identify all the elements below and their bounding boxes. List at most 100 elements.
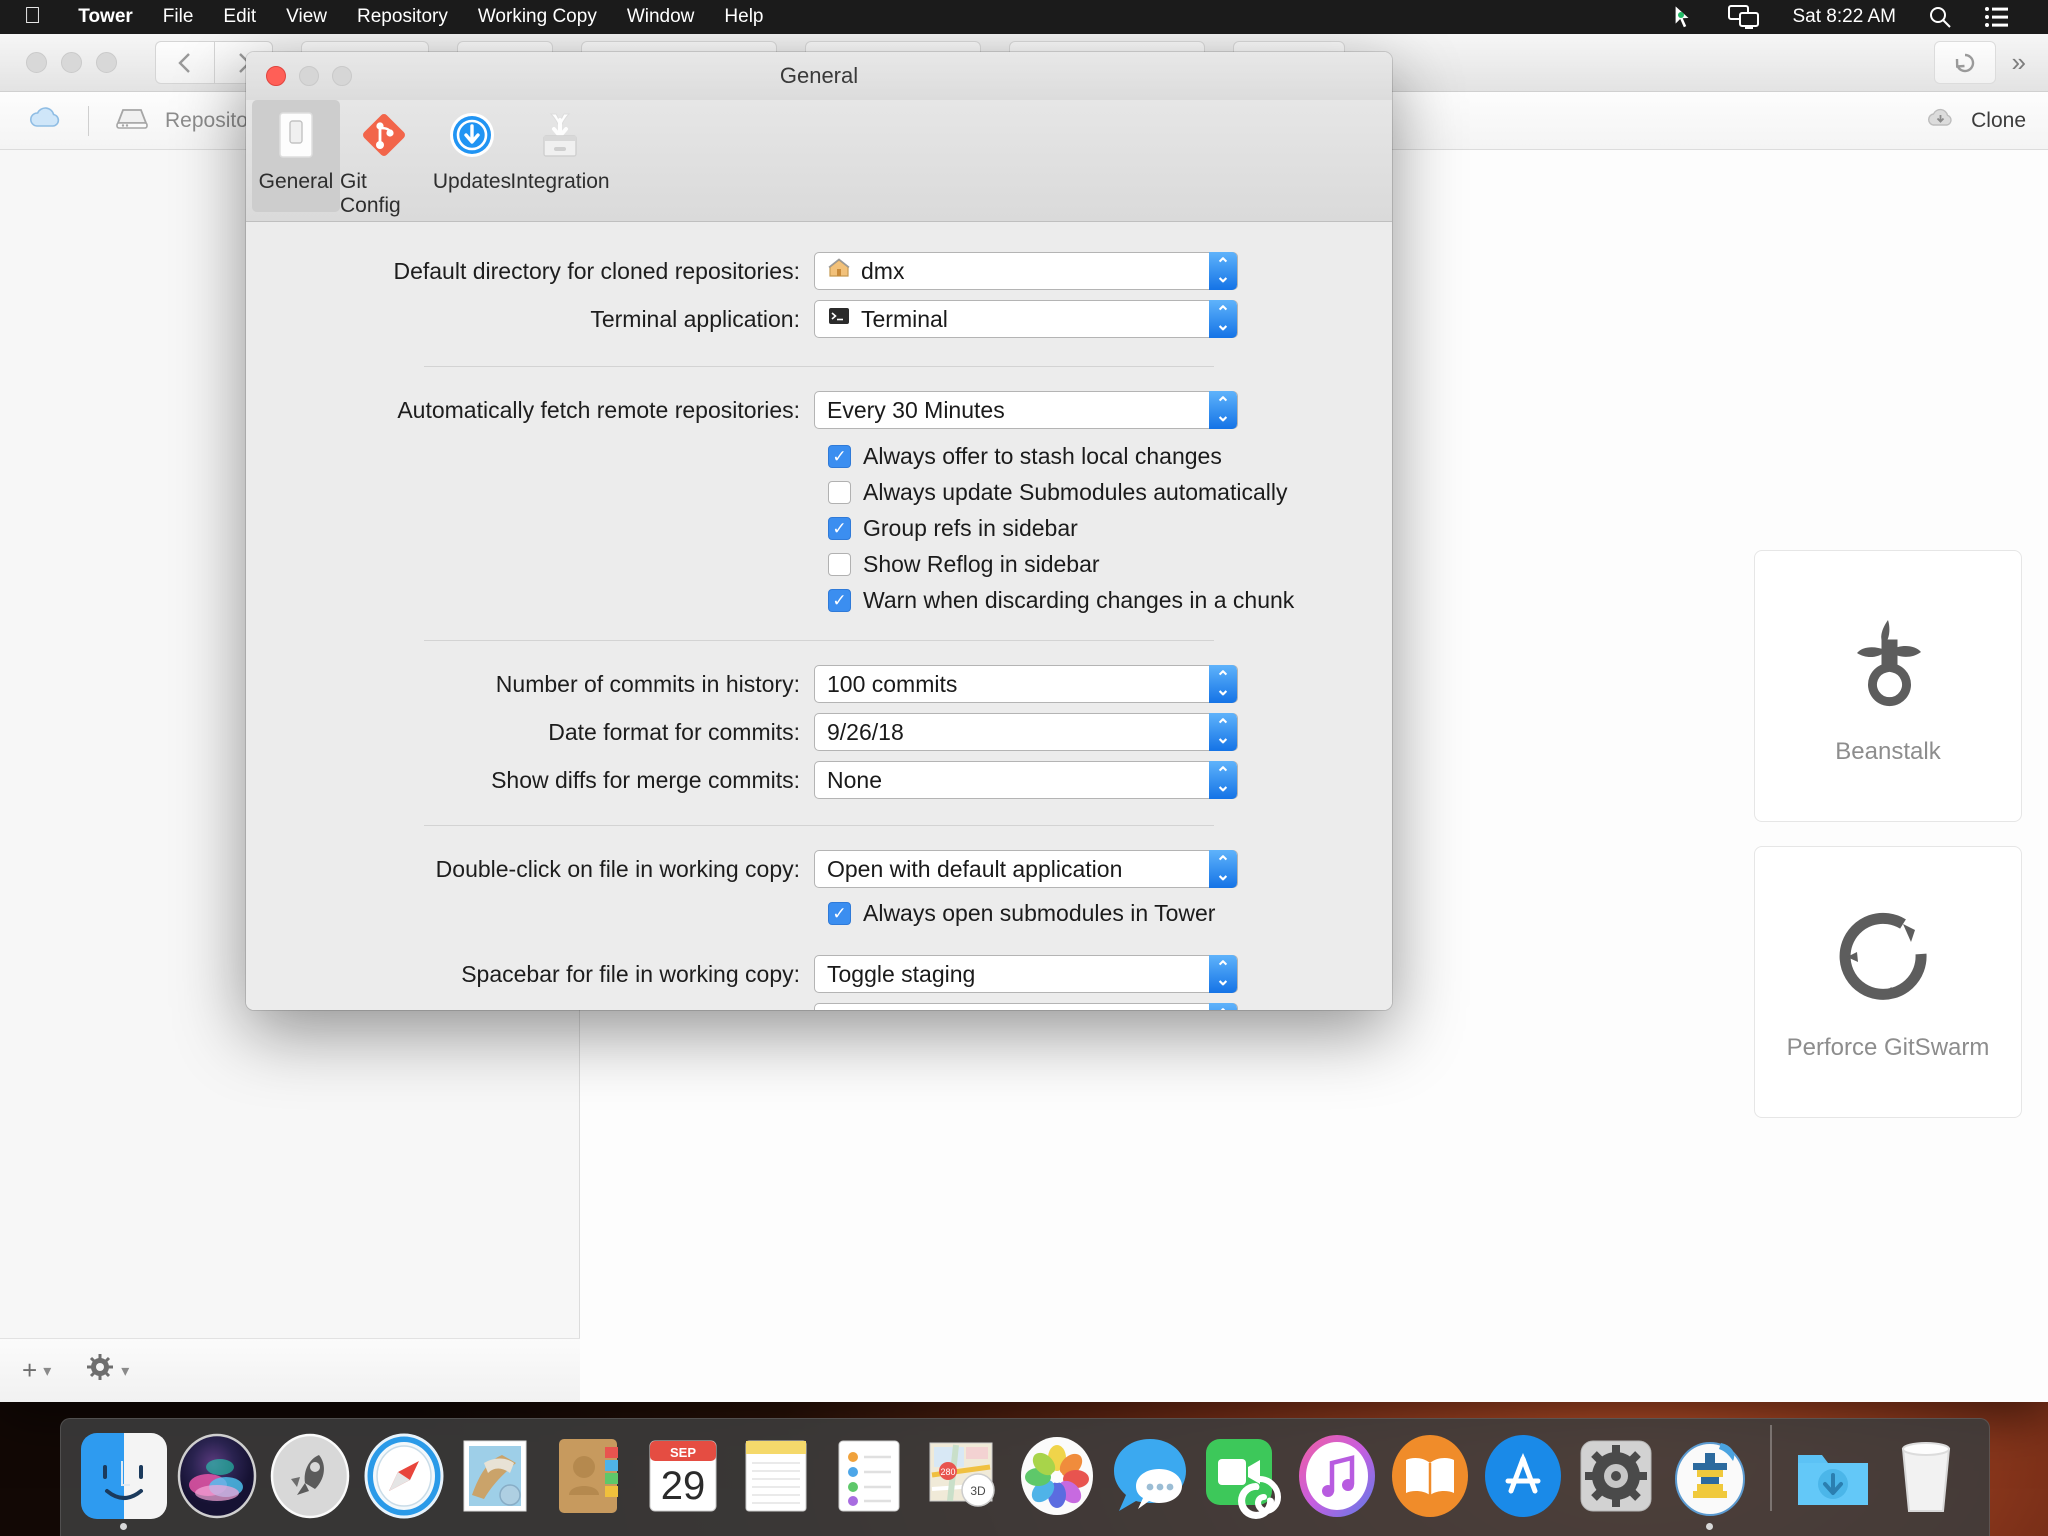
tab-git-config[interactable]: Git Config	[340, 100, 428, 218]
dock-item-launchpad[interactable]	[264, 1426, 357, 1530]
checkbox-warn-discard-chunk[interactable]: ✓ Warn when discarding changes in a chun…	[828, 587, 1392, 614]
prefs-minimize-button[interactable]	[299, 66, 319, 86]
double-chevron-icon[interactable]: »	[2012, 47, 2026, 78]
popup-stepper[interactable]: ⌃ ⌄	[1209, 391, 1237, 429]
service-card-gitswarm[interactable]: Perforce GitSwarm	[1754, 846, 2022, 1118]
zoom-button[interactable]	[96, 52, 117, 73]
cloud-download-icon[interactable]	[1923, 105, 1959, 137]
service-card-grid: Beanstalk Perforce GitSwarm	[1754, 550, 2022, 1118]
dock-item-reminders[interactable]	[823, 1426, 916, 1530]
tab-updates[interactable]: Updates	[428, 100, 516, 194]
preferences-window: General General Git Config Updates Integ…	[246, 52, 1392, 1010]
menu-window[interactable]: Window	[612, 6, 710, 28]
cloud-icon[interactable]	[26, 104, 66, 138]
number-of-commits-popup[interactable]: 100 commits ⌃ ⌄	[814, 665, 1238, 703]
row-double-click: Double-click on file in working copy: Op…	[246, 850, 1392, 888]
dock-item-app-store[interactable]	[1476, 1426, 1569, 1530]
dock-item-contacts[interactable]	[543, 1426, 636, 1530]
popup-stepper[interactable]: ⌃ ⌄	[1209, 300, 1237, 338]
checkbox-open-submodules-in-tower[interactable]: ✓ Always open submodules in Tower	[828, 900, 1392, 927]
row-show-diffs-merge: Show diffs for merge commits: None ⌃ ⌄	[246, 761, 1392, 799]
screen-mirroring-icon[interactable]	[1712, 4, 1776, 30]
popup-stepper[interactable]: ⌃ ⌄	[1209, 1003, 1237, 1010]
row-auto-fetch: Automatically fetch remote repositories:…	[246, 391, 1392, 429]
dock-item-ibooks[interactable]	[1383, 1426, 1476, 1530]
dock-item-itunes[interactable]	[1290, 1426, 1383, 1530]
row-date-format: Date format for commits: 9/26/18 ⌃ ⌄	[246, 713, 1392, 751]
row-label: Show diffs for merge commits:	[246, 767, 814, 794]
double-click-popup[interactable]: Open with default application ⌃ ⌄	[814, 850, 1238, 888]
dock-item-siri[interactable]	[170, 1426, 263, 1530]
menu-help[interactable]: Help	[709, 6, 778, 28]
service-card-beanstalk[interactable]: Beanstalk	[1754, 550, 2022, 822]
dock-item-messages[interactable]	[1103, 1426, 1196, 1530]
menu-edit[interactable]: Edit	[208, 6, 271, 28]
tower-window-controls[interactable]	[26, 52, 117, 73]
dock-item-tower[interactable]	[1663, 1426, 1756, 1530]
group-working-copy: Spacebar for file in working copy: Toggl…	[246, 955, 1392, 1010]
popup-stepper[interactable]: ⌃ ⌄	[1209, 665, 1237, 703]
default-directory-popup[interactable]: dmx ⌃ ⌄	[814, 252, 1238, 290]
dock-item-trash[interactable]	[1880, 1426, 1973, 1530]
apple-logo-icon[interactable]: 	[24, 4, 41, 27]
popup-stepper[interactable]: ⌃ ⌄	[1209, 713, 1237, 751]
group-directories: Default directory for cloned repositorie…	[246, 252, 1392, 338]
popup-stepper[interactable]: ⌃ ⌄	[1209, 850, 1237, 888]
show-diffs-merge-popup[interactable]: None ⌃ ⌄	[814, 761, 1238, 799]
menu-working-copy[interactable]: Working Copy	[463, 6, 612, 28]
checkbox-group-refs[interactable]: ✓ Group refs in sidebar	[828, 515, 1392, 542]
tab-label: General	[259, 170, 334, 194]
messages-icon	[1107, 1433, 1193, 1519]
terminal-icon	[827, 305, 851, 333]
search-icon[interactable]	[1912, 5, 1968, 29]
add-repository-button[interactable]: + ▾	[22, 1355, 51, 1386]
dock-item-maps[interactable]: 2803D	[917, 1426, 1010, 1530]
preferences-content: Default directory for cloned repositorie…	[246, 222, 1392, 1010]
popup-value: Open with default application	[827, 856, 1122, 883]
history-revert-icon[interactable]	[1934, 41, 1996, 84]
popup-stepper[interactable]: ⌃ ⌄	[1209, 252, 1237, 290]
minimize-button[interactable]	[61, 52, 82, 73]
settings-menu-button[interactable]: ▾	[85, 1352, 129, 1389]
terminal-application-popup[interactable]: Terminal ⌃ ⌄	[814, 300, 1238, 338]
clone-label[interactable]: Clone	[1971, 109, 2026, 133]
git-diamond-icon	[357, 106, 411, 164]
dock-item-facetime[interactable]	[1197, 1426, 1290, 1530]
prefs-zoom-button[interactable]	[332, 66, 352, 86]
menu-file[interactable]: File	[148, 6, 209, 28]
checkbox-show-reflog[interactable]: Show Reflog in sidebar	[828, 551, 1392, 578]
tab-general[interactable]: General	[252, 100, 340, 212]
dock-item-notes[interactable]	[730, 1426, 823, 1530]
checkbox-stash-local-changes[interactable]: ✓ Always offer to stash local changes	[828, 443, 1392, 470]
dock-item-photos[interactable]	[1010, 1426, 1103, 1530]
row-label: Date format for commits:	[246, 719, 814, 746]
preferences-toolbar: General Git Config Updates Integration	[246, 100, 1392, 222]
spacebar-popup[interactable]: Toggle staging ⌃ ⌄	[814, 955, 1238, 993]
font-size-popup[interactable]: Medium ⌃ ⌄	[814, 1003, 1238, 1010]
tab-integration[interactable]: Integration	[516, 100, 604, 194]
auto-fetch-popup[interactable]: Every 30 Minutes ⌃ ⌄	[814, 391, 1238, 429]
checkbox-label: Always offer to stash local changes	[863, 443, 1222, 470]
preferences-window-controls[interactable]	[266, 66, 352, 86]
dock-item-downloads[interactable]	[1786, 1426, 1879, 1530]
date-format-popup[interactable]: 9/26/18 ⌃ ⌄	[814, 713, 1238, 751]
close-button[interactable]	[26, 52, 47, 73]
dock-item-finder[interactable]	[77, 1426, 170, 1530]
popup-stepper[interactable]: ⌃ ⌄	[1209, 761, 1237, 799]
menu-tower[interactable]: Tower	[63, 6, 148, 28]
dock-item-calendar[interactable]: SEP29	[637, 1426, 730, 1530]
dock-item-safari[interactable]	[357, 1426, 450, 1530]
popup-stepper[interactable]: ⌃ ⌄	[1209, 955, 1237, 993]
prefs-close-button[interactable]	[266, 66, 286, 86]
back-button[interactable]	[155, 41, 214, 84]
dock-item-system-preferences[interactable]	[1570, 1426, 1663, 1530]
menu-view[interactable]: View	[271, 6, 342, 28]
stepper-down-arrow: ⌄	[1216, 410, 1230, 422]
dock-item-mail[interactable]	[450, 1426, 543, 1530]
checkbox-update-submodules[interactable]: Always update Submodules automatically	[828, 479, 1392, 506]
pointer-icon[interactable]	[1654, 3, 1712, 31]
menu-repository[interactable]: Repository	[342, 6, 463, 28]
notification-center-icon[interactable]	[1968, 6, 2026, 28]
sidebar-bottom-bar: + ▾ ▾	[0, 1338, 580, 1402]
menubar-clock[interactable]: Sat 8:22 AM	[1776, 6, 1912, 28]
